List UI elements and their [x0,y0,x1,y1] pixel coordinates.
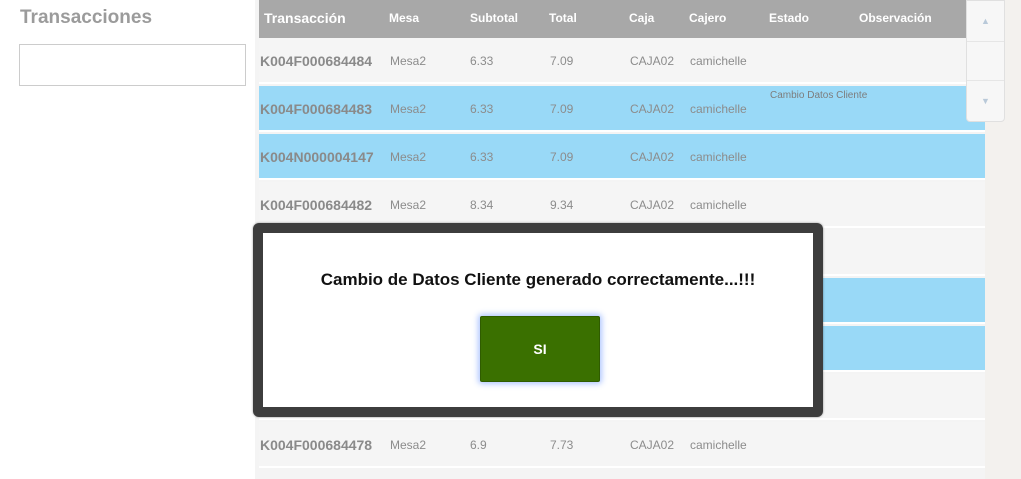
row-subtotal: 6.33 [470,54,494,68]
column-header-transaccion[interactable]: Transacción [264,10,346,26]
table-scroller: ▲ ▼ [966,0,1005,122]
column-header-cajero[interactable]: Cajero [689,11,726,25]
row-cajero: camichelle [690,54,747,68]
dialog-message: Cambio de Datos Cliente generado correct… [320,270,756,289]
row-mesa: Mesa2 [390,438,427,452]
row-total: 7.09 [550,54,574,68]
row-subtotal: 6.33 [470,150,494,164]
column-header-observacion[interactable]: Observación [859,11,932,25]
column-header-total[interactable]: Total [549,11,577,25]
column-header-estado[interactable]: Estado [769,11,809,25]
search-input[interactable] [19,44,246,86]
column-header-mesa[interactable]: Mesa [389,11,419,25]
row-transaccion: K004N000004147 [260,149,374,165]
scroll-down-button[interactable]: ▼ [967,81,1004,121]
table-row[interactable]: K004F000684484 Mesa2 6.33 7.09 CAJA02 camiche… [259,38,985,84]
row-cajero: camichelle [690,150,747,164]
row-mesa: Mesa2 [390,150,427,164]
row-mesa: Mesa2 [390,54,427,68]
row-cajero: camichelle [690,438,747,452]
row-caja: CAJA02 [630,438,675,452]
row-total: 7.09 [550,102,574,116]
table-row[interactable]: K004F000684478 Mesa2 6.9 7.73 CAJA02 camichel… [259,422,985,468]
row-transaccion: K004F000684478 [260,437,373,453]
confirmation-dialog: Cambio de Datos Cliente generado correct… [253,223,823,417]
chevron-up-icon: ▲ [981,16,990,26]
row-transaccion: K004F000684483 [260,101,373,117]
row-mesa: Mesa2 [390,102,427,116]
chevron-down-icon: ▼ [981,96,990,106]
row-caja: CAJA02 [630,198,675,212]
scroll-up-button[interactable]: ▲ [967,1,1004,41]
scroll-track[interactable] [967,41,1004,81]
panel-title: Transacciones [20,7,153,28]
row-caja: CAJA02 [630,150,675,164]
row-total: 9.34 [550,198,574,212]
row-total: 7.73 [550,438,574,452]
row-transaccion: K004F000684484 [260,53,373,69]
row-cajero: camichelle [690,102,747,116]
table-header: Transacción Mesa Subtotal Total Caja Caj… [259,0,985,38]
row-transaccion: K004F000684482 [260,197,373,213]
row-observacion: Cambio Datos Cliente [770,90,868,101]
row-subtotal: 8.34 [470,198,494,212]
row-cajero: camichelle [690,198,747,212]
column-header-subtotal[interactable]: Subtotal [470,11,518,25]
table-row[interactable]: K004N000004147 Mesa2 6.33 7.09 CAJA02 camiche… [259,134,985,180]
left-panel: Transacciones [0,0,255,479]
row-subtotal: 6.9 [470,438,487,452]
row-subtotal: 6.33 [470,102,494,116]
table-row[interactable]: K004F000684483 Mesa2 6.33 7.09 CAJA02 camiche… [259,86,985,132]
row-caja: CAJA02 [630,54,675,68]
table-row[interactable]: K004F000684482 Mesa2 8.34 9.34 CAJA02 camiche… [259,182,985,228]
row-total: 7.09 [550,150,574,164]
row-caja: CAJA02 [630,102,675,116]
dialog-body: Cambio de Datos Cliente generado correct… [263,233,813,407]
column-header-caja[interactable]: Caja [629,11,654,25]
row-mesa: Mesa2 [390,198,427,212]
confirm-button[interactable]: SI [480,316,600,382]
